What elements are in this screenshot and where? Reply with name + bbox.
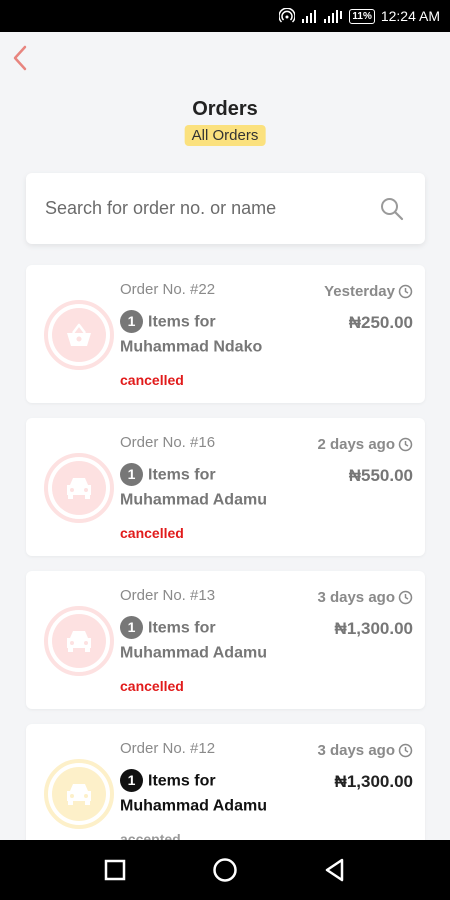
order-date-text: Yesterday — [324, 283, 395, 300]
order-number: Order No. #22 — [120, 281, 216, 298]
order-number: Order No. #16 — [120, 434, 216, 451]
order-summary: 1 Items for Muhammad Adamu — [120, 462, 320, 513]
signal-icon — [302, 10, 317, 23]
order-summary: 1 Items for Muhammad Ndako — [120, 309, 320, 360]
order-date: Yesterday — [324, 283, 413, 300]
car-icon — [67, 478, 91, 499]
order-price: ₦250.00 — [348, 313, 413, 332]
clock-icon — [398, 284, 413, 299]
order-card[interactable]: Order No. #22 1 Items for Muhammad Ndako … — [26, 265, 425, 403]
order-date-text: 2 days ago — [317, 436, 395, 453]
order-status: accepted — [120, 831, 181, 840]
order-status: cancelled — [120, 678, 184, 694]
hotspot-icon — [279, 8, 296, 23]
order-list: Order No. #22 1 Items for Muhammad Ndako … — [26, 265, 425, 840]
item-count-badge: 1 — [120, 463, 143, 487]
signal-2-icon — [324, 10, 343, 23]
order-status: cancelled — [120, 372, 184, 388]
order-date-text: 3 days ago — [317, 742, 395, 759]
status-bar: 11% 12:24 AM — [0, 0, 450, 32]
order-card[interactable]: Order No. #12 1 Items for Muhammad Adamu … — [26, 724, 425, 840]
order-icon — [44, 300, 114, 370]
customer-name: Muhammad Ndako — [120, 338, 263, 356]
orders-screen: Orders All Orders Order No. #22 1 Items f… — [0, 32, 450, 840]
order-date-text: 3 days ago — [317, 589, 395, 606]
item-count-badge: 1 — [120, 769, 143, 793]
order-card[interactable]: Order No. #13 1 Items for Muhammad Adamu … — [26, 571, 425, 709]
recents-button[interactable] — [95, 850, 135, 890]
order-icon — [44, 759, 114, 829]
search-icon[interactable] — [377, 194, 407, 224]
items-text: Items for — [148, 466, 216, 484]
order-price: ₦1,300.00 — [334, 619, 413, 638]
item-count-badge: 1 — [120, 310, 143, 334]
search-input[interactable] — [45, 198, 377, 219]
order-card[interactable]: Order No. #16 1 Items for Muhammad Adamu … — [26, 418, 425, 556]
order-summary: 1 Items for Muhammad Adamu — [120, 615, 320, 666]
android-nav-bar — [0, 840, 450, 900]
items-text: Items for — [148, 313, 216, 331]
customer-name: Muhammad Adamu — [120, 797, 267, 815]
order-price: ₦1,300.00 — [334, 772, 413, 791]
order-summary: 1 Items for Muhammad Adamu — [120, 768, 320, 819]
battery-icon: 11% — [349, 8, 375, 24]
order-date: 2 days ago — [317, 436, 413, 453]
clock-icon — [398, 590, 413, 605]
basket-icon — [67, 323, 91, 346]
clock-icon — [398, 743, 413, 758]
circle-icon — [213, 858, 237, 882]
order-number: Order No. #12 — [120, 740, 216, 757]
chevron-left-icon — [13, 45, 27, 71]
order-status: cancelled — [120, 525, 184, 541]
order-filter-badge[interactable]: All Orders — [184, 125, 266, 146]
triangle-back-icon — [325, 858, 344, 882]
order-icon — [44, 453, 114, 523]
car-icon — [67, 631, 91, 652]
back-nav-button[interactable] — [315, 850, 355, 890]
customer-name: Muhammad Adamu — [120, 644, 267, 662]
clock: 12:24 AM — [380, 8, 440, 24]
order-number: Order No. #13 — [120, 587, 216, 604]
items-text: Items for — [148, 772, 216, 790]
items-text: Items for — [148, 619, 216, 637]
order-icon — [44, 606, 114, 676]
order-date: 3 days ago — [317, 589, 413, 606]
customer-name: Muhammad Adamu — [120, 491, 267, 509]
item-count-badge: 1 — [120, 616, 143, 640]
clock-icon — [398, 437, 413, 452]
back-button[interactable] — [6, 42, 34, 74]
order-date: 3 days ago — [317, 742, 413, 759]
page-title: Orders — [192, 98, 258, 120]
car-icon — [67, 784, 91, 805]
square-icon — [104, 859, 126, 881]
search-bar — [26, 173, 425, 244]
order-price: ₦550.00 — [348, 466, 413, 485]
home-button[interactable] — [205, 850, 245, 890]
